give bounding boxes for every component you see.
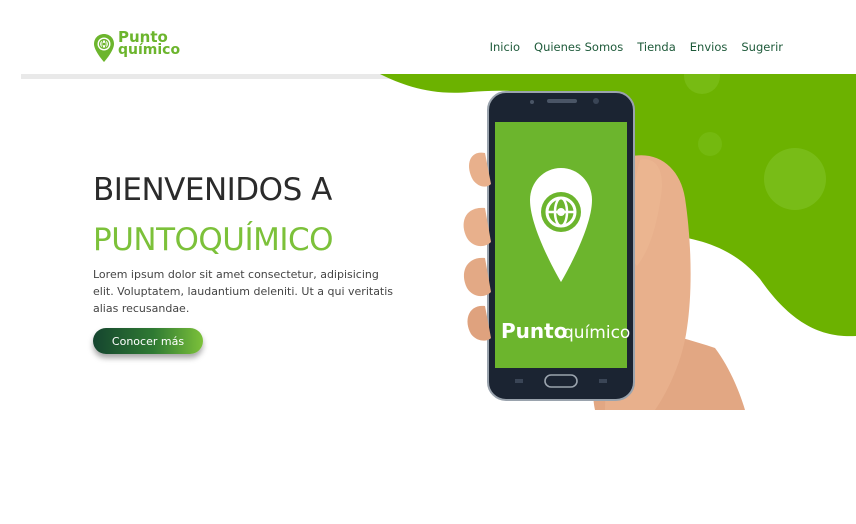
phone-screen-brand-bold: Punto bbox=[501, 319, 567, 343]
nav-link-inicio[interactable]: Inicio bbox=[490, 40, 520, 54]
hero-title-line-1: BIENVENIDOS A bbox=[93, 172, 332, 208]
logo-line-2: químico bbox=[118, 42, 181, 58]
hand-holding-phone-image: Punto químico bbox=[463, 91, 745, 410]
hero-title-line-2: PUNTOQUÍMICO bbox=[93, 222, 334, 258]
nav-link-quienes-somos[interactable]: Quienes Somos bbox=[534, 40, 623, 54]
hero-title: BIENVENIDOS A PUNTOQUÍMICO bbox=[93, 165, 334, 265]
logo[interactable]: Punto químico bbox=[93, 30, 193, 63]
nav-link-tienda[interactable]: Tienda bbox=[637, 40, 676, 54]
location-pin-icon bbox=[94, 34, 114, 62]
conocer-mas-button[interactable]: Conocer más bbox=[93, 328, 203, 354]
navbar: Punto químico Inicio Quienes Somos Tiend… bbox=[0, 0, 856, 75]
nav-link-envios[interactable]: Envios bbox=[690, 40, 728, 54]
phone-screen-brand-light: químico bbox=[563, 323, 630, 343]
hero-description: Lorem ipsum dolor sit amet consectetur, … bbox=[93, 268, 394, 315]
nav-link-sugerir[interactable]: Sugerir bbox=[741, 40, 783, 54]
logo-text: Punto químico bbox=[118, 30, 181, 58]
nav-menu: Inicio Quienes Somos Tienda Envios Suger… bbox=[490, 40, 783, 54]
header-divider bbox=[21, 74, 441, 79]
